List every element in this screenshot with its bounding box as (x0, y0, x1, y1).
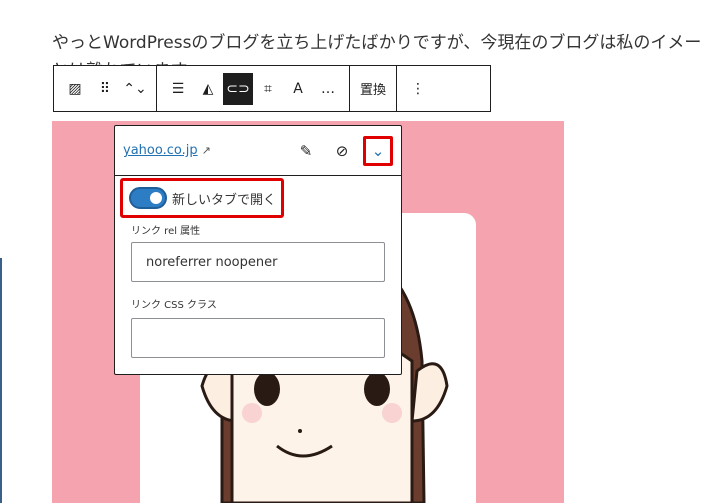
rel-input[interactable]: noreferrer noopener (131, 242, 385, 282)
css-class-label: リンク CSS クラス (131, 300, 217, 311)
toolbar-group-more: ⋮ (397, 66, 439, 111)
rel-label: リンク rel 属性 (131, 226, 201, 237)
crop-icon[interactable]: ⌗ (253, 73, 283, 105)
toolbar-group-replace: 置換 (350, 66, 398, 111)
link-icon[interactable]: ⊂⊃ (223, 72, 253, 105)
text-overlay-icon[interactable]: A (283, 73, 313, 105)
image-icon[interactable]: ▨ (60, 73, 90, 105)
popover-header: yahoo.co.jp ↗ ✎ ⊘ ⌄ (115, 126, 401, 176)
link-url[interactable]: yahoo.co.jp (123, 143, 198, 158)
duotone-icon[interactable]: ◭ (193, 73, 223, 105)
paragraph-line-1: やっとWordPressのブログを立ち上げたばかりですが、今現在のブログは私のイ… (52, 33, 702, 53)
align-icon[interactable]: ☰ (163, 73, 193, 105)
block-toolbar: ▨ ⠿ ⌃⌄ ☰ ◭ ⊂⊃ ⌗ A … 置換 ⋮ (53, 65, 491, 112)
toolbar-group-tools: ☰ ◭ ⊂⊃ ⌗ A … (157, 66, 350, 111)
left-edge-bar (0, 258, 2, 503)
edit-pencil-icon[interactable]: ✎ (291, 136, 321, 166)
open-new-tab-row: 新しいタブで開く (120, 178, 284, 218)
move-up-down-icon[interactable]: ⌃⌄ (120, 73, 150, 105)
link-popover: yahoo.co.jp ↗ ✎ ⊘ ⌄ 新しいタブで開く リンク rel 属性 … (114, 125, 402, 375)
replace-button[interactable]: 置換 (350, 73, 396, 105)
open-new-tab-label: 新しいタブで開く (172, 192, 277, 208)
unlink-icon[interactable]: ⊘ (327, 136, 357, 166)
caption-icon[interactable]: … (313, 73, 343, 105)
external-link-icon: ↗ (201, 144, 211, 157)
toolbar-group-block: ▨ ⠿ ⌃⌄ (54, 66, 157, 111)
chevron-down-icon[interactable]: ⌄ (363, 135, 393, 166)
drag-handle-icon[interactable]: ⠿ (90, 73, 120, 105)
css-class-input[interactable] (131, 318, 385, 358)
open-new-tab-toggle[interactable] (129, 187, 167, 209)
more-options-icon[interactable]: ⋮ (403, 73, 433, 105)
